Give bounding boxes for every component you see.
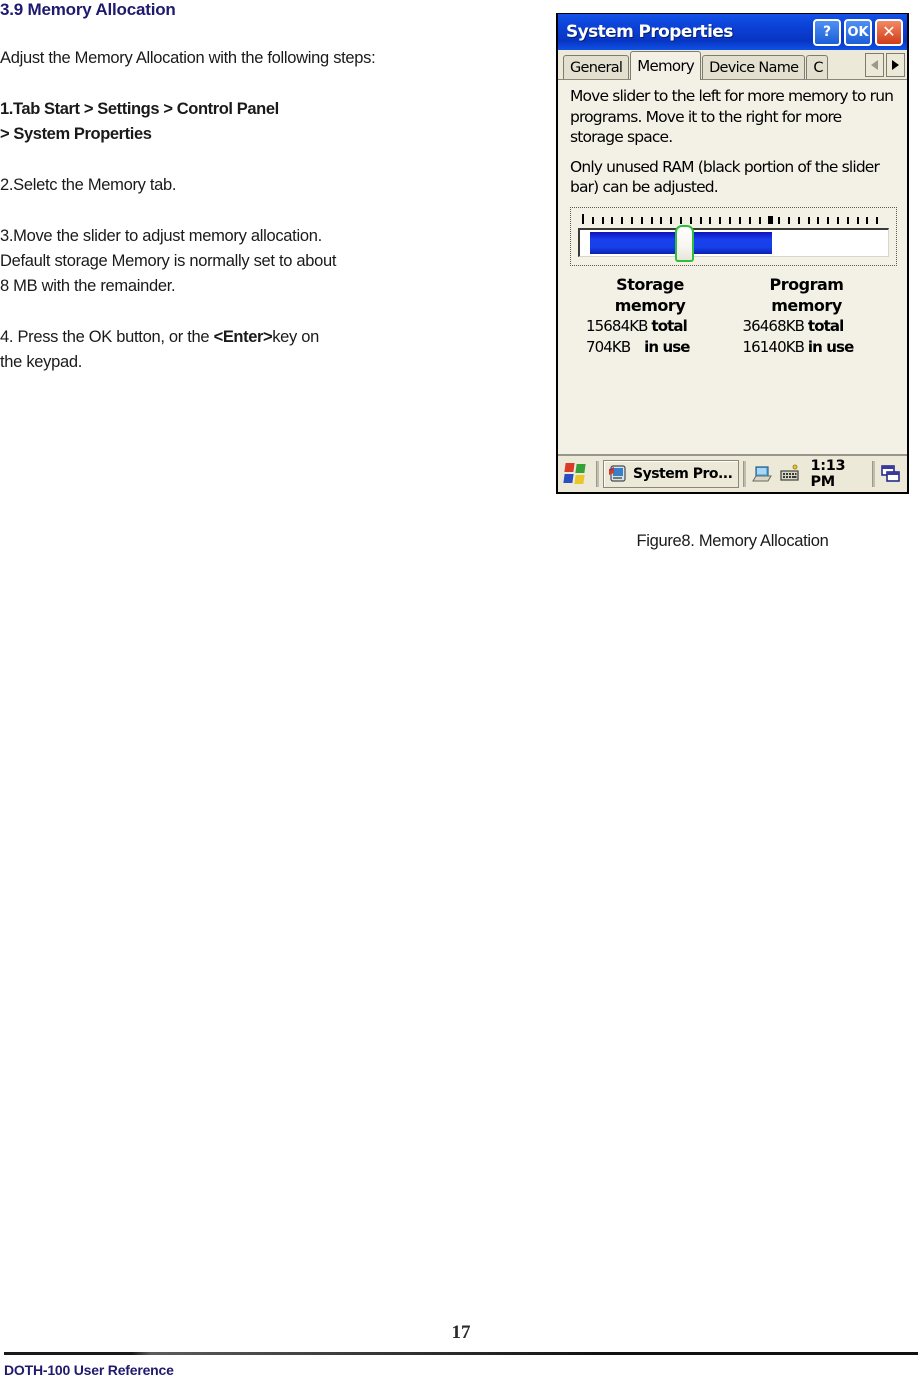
step-4-suffix: key on <box>272 328 320 346</box>
storage-inuse-value: 704KB <box>586 337 631 356</box>
step-4-line-1: 4. Press the OK button, or the <Enter>ke… <box>0 325 545 350</box>
taskbar-task-label: System Pro... <box>633 466 733 482</box>
figure-caption: Figure8. Memory Allocation <box>636 532 829 550</box>
storage-memory-title-line-2: memory <box>614 295 686 315</box>
ok-button[interactable]: OK <box>844 18 872 46</box>
program-total-value: 36468KB <box>742 316 805 335</box>
tab-scroll-buttons <box>863 53 905 77</box>
step-1-line-1: 1.Tab Start > Settings > Control Panel <box>0 100 279 118</box>
figure-memory-allocation: System Properties ? OK ✕ General Memory … <box>556 13 909 551</box>
memory-slider[interactable] <box>578 224 889 262</box>
page-title: 3.9 Memory Allocation <box>0 0 176 19</box>
enter-key-label: <Enter> <box>213 328 273 346</box>
step-1-line-2: > System Properties <box>0 125 152 143</box>
program-total-row: 36468KB total <box>743 316 898 337</box>
storage-total-label: total <box>651 316 687 335</box>
memory-statistics: Storage memory 15684KB total 704KB in us… <box>570 274 897 358</box>
tab-memory[interactable]: Memory <box>630 51 702 80</box>
taskbar-divider-2 <box>743 461 747 487</box>
tab-scroll-right-button[interactable] <box>886 53 905 77</box>
system-properties-icon <box>608 465 628 483</box>
step-4-line-2: the keypad. <box>0 353 83 371</box>
step-3-line-2: Default storage Memory is normally set t… <box>0 252 337 270</box>
step-4: 4. Press the OK button, or the <Enter>ke… <box>0 325 545 375</box>
slider-tick-marks <box>582 213 886 224</box>
system-tray: 1:13 PM <box>752 458 872 490</box>
window-titlebar: System Properties ? OK ✕ <box>558 14 907 50</box>
tab-strip: General Memory Device Name C <box>558 50 907 80</box>
document-text-column: 3.9 Memory Allocation Adjust the Memory … <box>0 0 545 375</box>
step-4-prefix: 4. Press the OK button, or the <box>0 328 214 346</box>
memory-slider-group <box>570 206 897 266</box>
intro-paragraph: Adjust the Memory Allocation with the fo… <box>0 49 376 67</box>
program-memory-title-line-2: memory <box>771 295 842 315</box>
window-stack-icon[interactable] <box>881 464 903 484</box>
slider-instruction-1: Move slider to the left for more memory … <box>570 87 894 146</box>
windows-flag-icon[interactable] <box>563 463 588 485</box>
footer-divider <box>4 1352 918 1355</box>
window-title: System Properties <box>566 22 733 42</box>
system-properties-window: System Properties ? OK ✕ General Memory … <box>556 13 909 494</box>
step-3-line-1: 3.Move the slider to adjust memory alloc… <box>0 227 322 245</box>
memory-tab-panel: Move slider to the left for more memory … <box>558 80 907 454</box>
storage-inuse-row: 704KB in use <box>586 337 741 358</box>
storage-total-row: 15684KB total <box>586 316 741 337</box>
program-inuse-row: 16140KB in use <box>743 337 898 358</box>
taskbar-clock[interactable]: 1:13 PM <box>810 458 872 490</box>
taskbar-divider <box>596 461 599 487</box>
program-memory-title-line-1: Program <box>769 274 844 294</box>
storage-inuse-label: in use <box>644 337 690 356</box>
help-button[interactable]: ? <box>813 18 841 46</box>
taskbar: System Pro... 1:13 PM <box>558 454 907 492</box>
taskbar-task-button[interactable]: System Pro... <box>603 460 740 488</box>
footer-reference: DOTH-100 User Reference <box>4 1362 174 1378</box>
step-3-line-3: 8 MB with the remainder. <box>0 277 176 295</box>
program-memory-column: Program memory 36468KB total 16140KB in … <box>741 274 898 358</box>
storage-total-value: 15684KB <box>586 316 648 335</box>
step-2-line-1: 2.Seletc the Memory tab. <box>0 176 177 194</box>
slider-thumb[interactable] <box>675 224 695 262</box>
tab-general[interactable]: General <box>563 55 630 79</box>
taskbar-divider-3 <box>872 461 875 487</box>
page-number: 17 <box>451 1322 471 1343</box>
storage-memory-column: Storage memory 15684KB total 704KB in us… <box>570 274 741 358</box>
close-icon[interactable]: ✕ <box>875 18 903 46</box>
slider-instruction-2: Only unused RAM (black portion of the sl… <box>570 157 880 197</box>
chevron-right-icon <box>892 60 899 70</box>
step-3: 3.Move the slider to adjust memory alloc… <box>0 224 545 299</box>
step-1: 1.Tab Start > Settings > Control Panel >… <box>0 97 545 147</box>
program-inuse-label: in use <box>807 337 854 356</box>
storage-memory-title-line-1: Storage <box>616 274 684 294</box>
tab-scroll-left-button[interactable] <box>865 53 884 77</box>
step-2: 2.Seletc the Memory tab. <box>0 173 545 198</box>
program-inuse-value: 16140KB <box>742 337 805 356</box>
tab-device-name[interactable]: Device Name <box>702 55 806 79</box>
soft-keyboard-icon[interactable] <box>778 464 802 484</box>
desktop-pc-icon[interactable] <box>752 464 776 484</box>
program-total-label: total <box>807 316 844 335</box>
chevron-left-icon <box>871 60 878 70</box>
tab-copyrights[interactable]: C <box>806 55 829 79</box>
